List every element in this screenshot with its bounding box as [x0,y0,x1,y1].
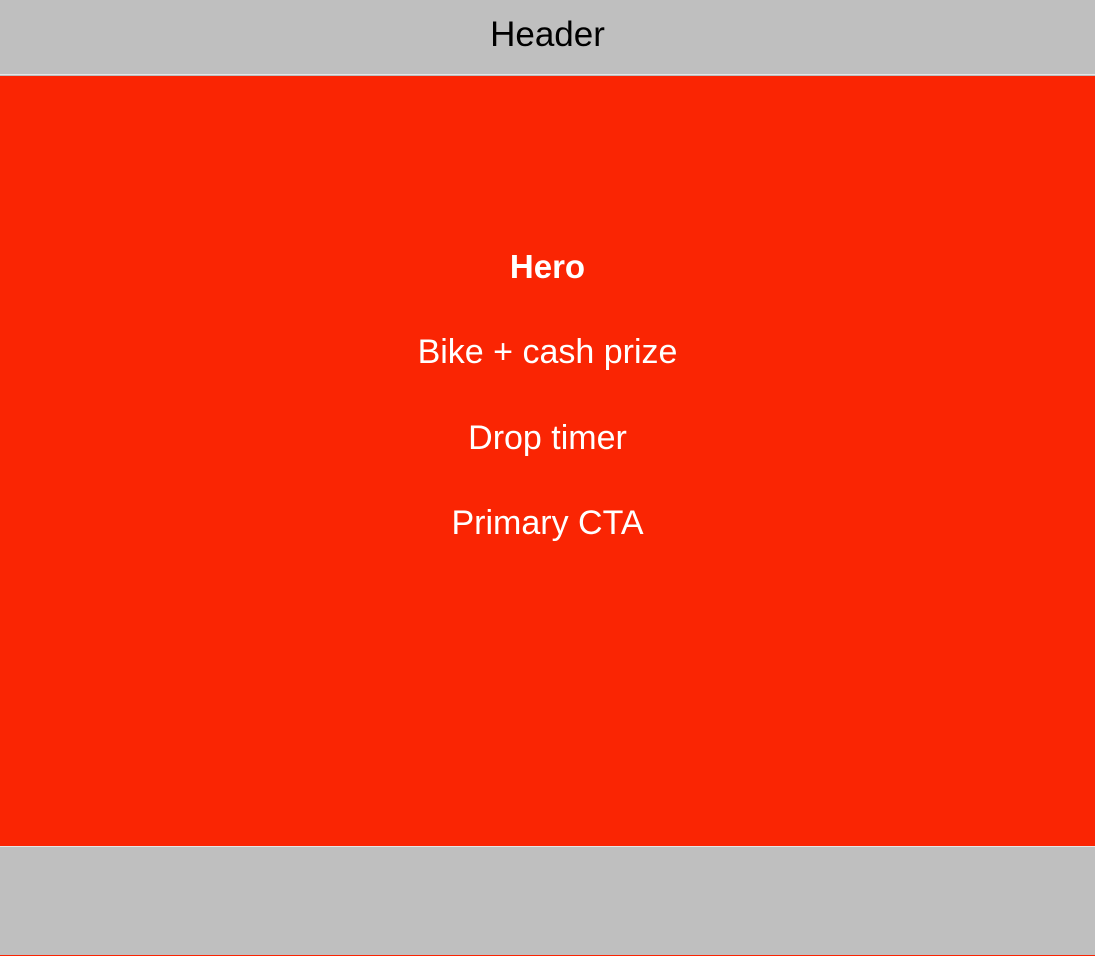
header: Header [0,0,1095,75]
page: Header Hero Bike + cash prize Drop timer… [0,0,1095,956]
header-title: Header [490,15,605,54]
footer [0,846,1095,956]
hero-title: Hero [509,248,586,285]
hero-prize-text: Bike + cash prize [417,333,678,371]
drop-timer: Drop timer [468,419,627,457]
hero-section: Hero Bike + cash prize Drop timer Primar… [0,76,1095,846]
primary-cta-button[interactable]: Primary CTA [0,503,1095,543]
